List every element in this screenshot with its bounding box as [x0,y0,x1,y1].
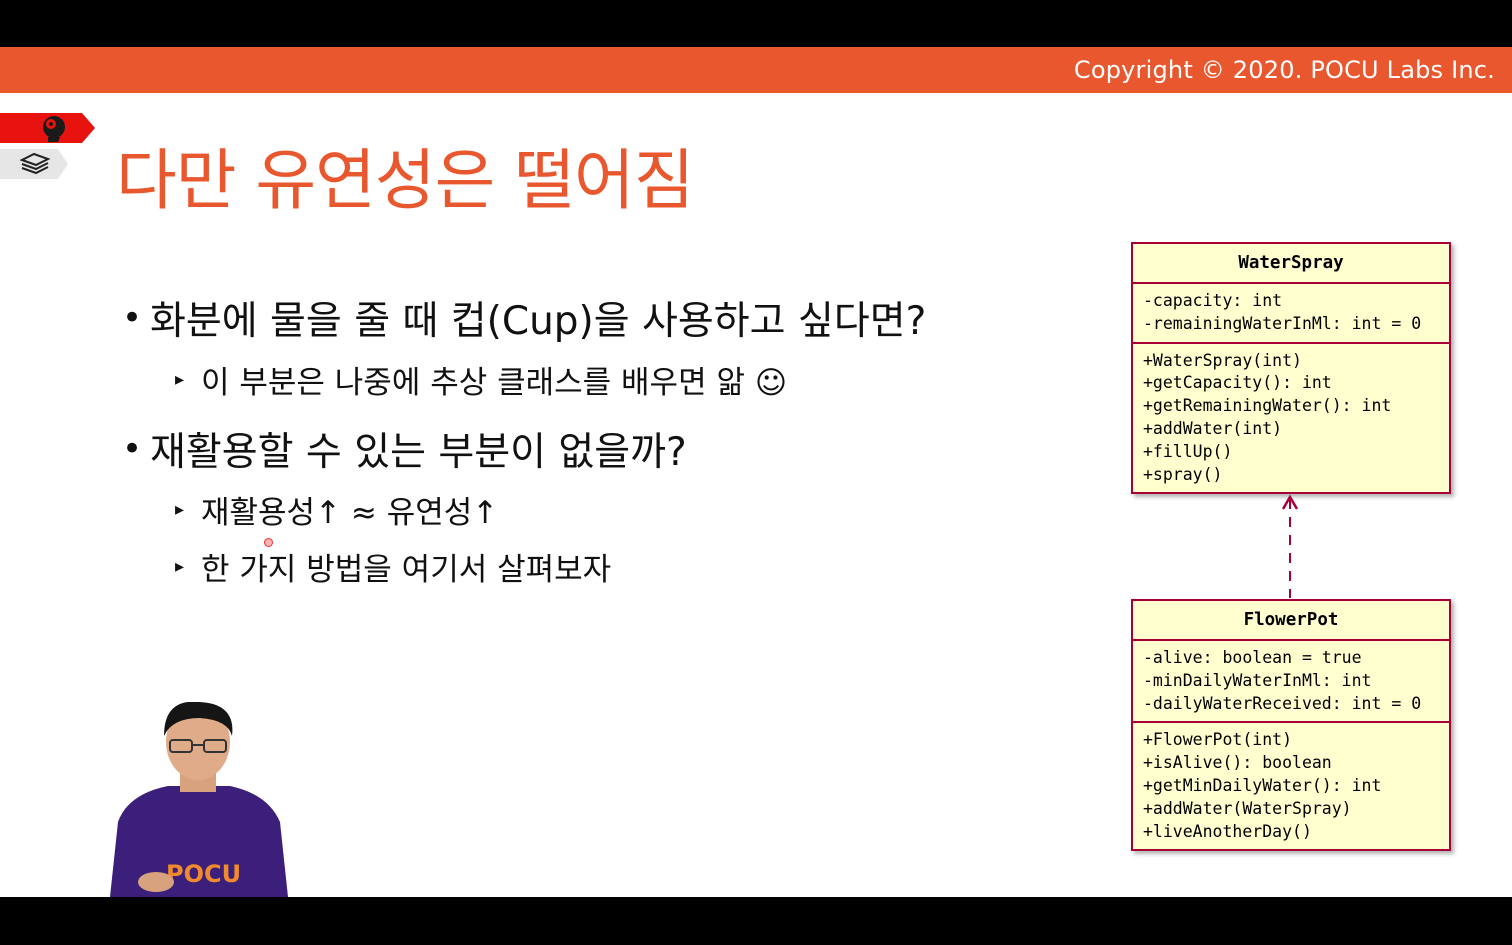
uml-class-name: FlowerPot [1133,601,1449,641]
bullet-text: 재활용할 수 있는 부분이 없을까? [150,430,687,475]
copyright-text: Copyright © 2020. POCU Labs Inc. [1073,56,1495,84]
triangle-bullet-icon: ▸ [175,369,185,390]
brain-gear-icon [0,113,95,143]
bullet-text: 화분에 물을 줄 때 컵(Cup)을 사용하고 싶다면? [150,299,927,344]
slide: Copyright © 2020. POCU Labs Inc. 다만 유연성은… [0,47,1512,897]
uml-class-flowerpot: FlowerPot -alive: boolean = true -minDai… [1131,599,1451,852]
uml-method: +spray() [1143,464,1223,484]
sub-bullet-text: 이 부분은 나중에 추상 클래스를 배우면 앎 ☺ [201,365,788,401]
sub-bullet-item: ▸ 재활용성↑ ≈ 유연성↑ [175,487,498,532]
uml-methods: +WaterSpray(int) +getCapacity(): int +ge… [1133,341,1449,493]
uml-method: +WaterSpray(int) [1143,350,1302,370]
uml-method: +getCapacity(): int [1143,373,1332,393]
sub-bullet-item: ▸ 한 가지 방법을 여기서 살펴보자 [175,544,611,589]
uml-field: -dailyWaterReceived: int = 0 [1143,693,1422,713]
uml-method: +getRemainingWater(): int [1143,396,1392,416]
uml-method: +fillUp() [1143,441,1233,461]
copyright-banner: Copyright © 2020. POCU Labs Inc. [0,47,1512,93]
uml-method: +FlowerPot(int) [1143,730,1293,750]
uml-fields: -alive: boolean = true -minDailyWaterInM… [1133,641,1449,721]
sub-bullet-item: ▸ 이 부분은 나중에 추상 클래스를 배우면 앎 ☺ [175,357,787,402]
uml-fields: -capacity: int -remainingWaterInMl: int … [1133,284,1449,342]
uml-method: +addWater(int) [1143,418,1283,438]
svg-text:POCU: POCU [166,860,241,888]
uml-method: +liveAnotherDay() [1143,821,1312,841]
uml-class-waterspray: WaterSpray -capacity: int -remainingWate… [1131,242,1451,495]
triangle-bullet-icon: ▸ [175,499,185,520]
sub-bullet-text: 한 가지 방법을 여기서 살펴보자 [201,552,612,588]
presenter-video: POCU [110,702,288,897]
bullet-item: • 화분에 물을 줄 때 컵(Cup)을 사용하고 싶다면? [122,290,926,346]
slide-title: 다만 유연성은 떨어짐 [116,142,694,219]
book-stack-icon [0,149,68,179]
uml-field: -alive: boolean = true [1143,648,1362,667]
bullet-item: • 재활용할 수 있는 부분이 없을까? [122,421,687,477]
uml-method: +addWater(WaterSpray) [1143,798,1352,818]
uml-class-name: WaterSpray [1133,244,1449,284]
uml-field: -minDailyWaterInMl: int [1143,670,1372,690]
bullet-dot-icon: • [122,429,143,469]
uml-methods: +FlowerPot(int) +isAlive(): boolean +get… [1133,721,1449,849]
uml-field: -remainingWaterInMl: int = 0 [1143,313,1422,333]
triangle-bullet-icon: ▸ [175,556,185,577]
uml-method: +isAlive(): boolean [1143,753,1332,773]
uml-field: -capacity: int [1143,291,1283,310]
uml-method: +getMinDailyWater(): int [1143,775,1382,795]
pointer-cursor [264,538,273,547]
sub-bullet-text: 재활용성↑ ≈ 유연성↑ [201,495,499,531]
dependency-arrow [1281,494,1299,598]
bullet-dot-icon: • [122,298,143,338]
